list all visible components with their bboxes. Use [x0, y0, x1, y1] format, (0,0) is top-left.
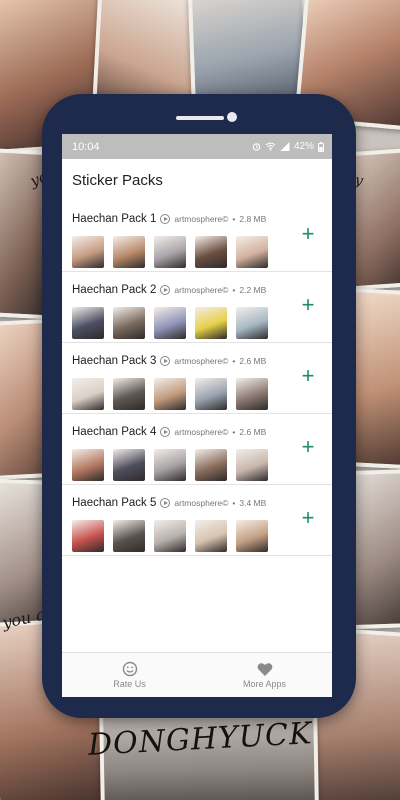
speaker-icon	[176, 116, 224, 120]
pack-publisher: artmosphere©	[174, 498, 229, 508]
sticker-thumbnail	[72, 449, 104, 481]
more-apps-button[interactable]: More Apps	[197, 653, 332, 697]
status-time: 10:04	[72, 140, 100, 153]
sticker-thumbnail	[154, 236, 186, 268]
add-pack-button[interactable]: +	[296, 507, 320, 531]
pack-size: 2.2 MB	[239, 285, 267, 295]
more-apps-label: More Apps	[242, 678, 287, 689]
rate-us-label: Rate Us	[113, 679, 146, 689]
sticker-thumbnail	[72, 236, 104, 268]
pack-name: Haechan Pack 1	[72, 213, 157, 225]
pack-separator: •	[232, 356, 236, 366]
pack-separator: •	[232, 285, 236, 295]
add-pack-button[interactable]: +	[296, 294, 320, 318]
alarm-icon	[252, 143, 261, 151]
pack-name: Haechan Pack 2	[72, 284, 157, 296]
sticker-thumbnail	[72, 307, 104, 339]
pack-size: 2.6 MB	[239, 427, 267, 437]
sticker-pack-row[interactable]: Haechan Pack 3 artmosphere© • 2.6 MB +	[62, 343, 332, 414]
sticker-pack-row[interactable]: Haechan Pack 2 artmosphere© • 2.2 MB +	[62, 272, 332, 343]
pack-separator: •	[232, 214, 236, 224]
sticker-thumbnail	[236, 520, 268, 552]
app-bar: Sticker Packs	[62, 159, 332, 201]
page-title: Sticker Packs	[72, 171, 163, 189]
camera-icon	[227, 112, 237, 122]
rate-us-button[interactable]: Rate Us	[62, 653, 197, 697]
sticker-pack-row[interactable]: Haechan Pack 5 artmosphere© • 3.4 MB +	[62, 485, 332, 556]
sticker-thumbnail	[236, 378, 268, 410]
pack-thumbnails	[72, 307, 268, 339]
status-icons: 42%	[252, 141, 324, 152]
sticker-pack-list: Haechan Pack 1 artmosphere© • 2.8 MB + H…	[62, 201, 332, 556]
pack-publisher: artmosphere©	[174, 427, 229, 437]
pack-thumbnails	[72, 449, 268, 481]
pack-name: Haechan Pack 4	[72, 426, 157, 438]
pack-size: 2.8 MB	[239, 214, 267, 224]
pack-name: Haechan Pack 3	[72, 355, 157, 367]
animated-play-icon	[160, 498, 171, 508]
pack-publisher: artmosphere©	[174, 356, 229, 366]
sticker-pack-row[interactable]: Haechan Pack 4 artmosphere© • 2.6 MB +	[62, 414, 332, 485]
app-screen: 10:04 42% Sticker Packs Haechan Pack 1 a…	[62, 134, 332, 697]
sticker-thumbnail	[195, 236, 227, 268]
battery-icon	[318, 141, 324, 152]
sticker-thumbnail	[72, 520, 104, 552]
add-pack-button[interactable]: +	[296, 365, 320, 389]
pack-size: 3.4 MB	[239, 498, 267, 508]
bottom-navigation: Rate Us More Apps	[62, 652, 332, 697]
sticker-thumbnail	[113, 449, 145, 481]
status-bar: 10:04 42%	[62, 134, 332, 159]
sticker-thumbnail	[154, 449, 186, 481]
sticker-thumbnail	[113, 236, 145, 268]
heart-icon	[257, 662, 272, 676]
animated-play-icon	[160, 427, 171, 437]
sticker-thumbnail	[113, 307, 145, 339]
animated-play-icon	[160, 285, 171, 295]
sticker-thumbnail	[154, 378, 186, 410]
sticker-pack-row[interactable]: Haechan Pack 1 artmosphere© • 2.8 MB +	[62, 201, 332, 272]
sticker-thumbnail	[154, 307, 186, 339]
sticker-thumbnail	[195, 520, 227, 552]
pack-thumbnails	[72, 520, 268, 552]
sticker-thumbnail	[113, 378, 145, 410]
sticker-thumbnail	[113, 520, 145, 552]
pack-name: Haechan Pack 5	[72, 497, 157, 509]
sticker-thumbnail	[72, 378, 104, 410]
battery-percent: 42%	[293, 141, 314, 152]
pack-separator: •	[232, 498, 236, 508]
pack-separator: •	[232, 427, 236, 437]
sticker-thumbnail	[236, 449, 268, 481]
animated-play-icon	[160, 356, 171, 366]
pack-publisher: artmosphere©	[174, 285, 229, 295]
add-pack-button[interactable]: +	[296, 223, 320, 247]
wifi-icon	[265, 142, 276, 151]
smiley-icon	[122, 661, 137, 677]
pack-thumbnails	[72, 378, 268, 410]
sticker-thumbnail	[195, 378, 227, 410]
signal-icon	[280, 142, 290, 151]
animated-play-icon	[160, 214, 171, 224]
sticker-thumbnail	[195, 307, 227, 339]
sticker-thumbnail	[236, 307, 268, 339]
pack-thumbnails	[72, 236, 268, 268]
sticker-thumbnail	[236, 236, 268, 268]
sticker-thumbnail	[195, 449, 227, 481]
sticker-thumbnail	[154, 520, 186, 552]
phone-frame: 10:04 42% Sticker Packs Haechan Pack 1 a…	[42, 94, 356, 718]
add-pack-button[interactable]: +	[296, 436, 320, 460]
pack-publisher: artmosphere©	[174, 214, 229, 224]
pack-size: 2.6 MB	[239, 356, 267, 366]
